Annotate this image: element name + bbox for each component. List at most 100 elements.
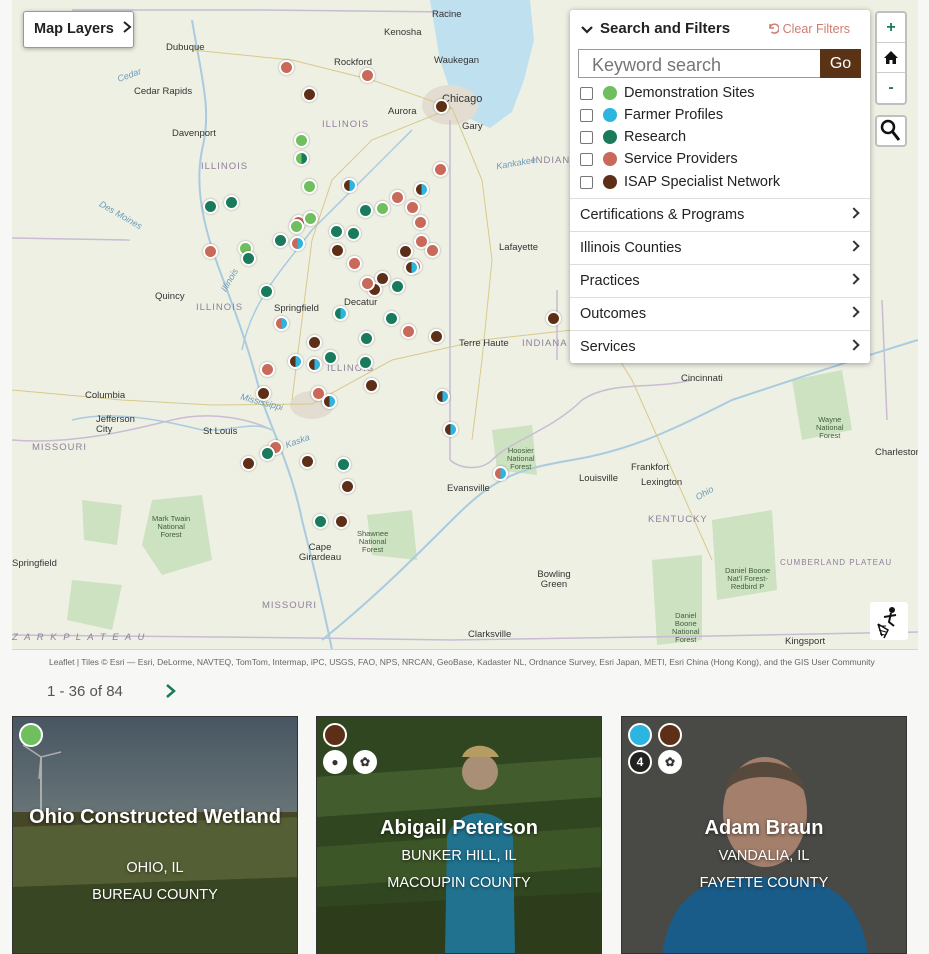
state-label: ILLINOIS bbox=[196, 302, 244, 313]
forest-label: Shawnee National Forest bbox=[357, 529, 389, 554]
map-marker[interactable] bbox=[358, 355, 373, 370]
chevron-down-icon[interactable] bbox=[581, 25, 593, 35]
map-marker[interactable] bbox=[241, 456, 256, 471]
map-marker[interactable] bbox=[358, 203, 373, 218]
map-marker[interactable] bbox=[360, 68, 375, 83]
city-label: Lafayette bbox=[499, 242, 539, 253]
map-marker[interactable] bbox=[203, 199, 218, 214]
map-marker[interactable] bbox=[546, 311, 561, 326]
map-marker[interactable] bbox=[346, 226, 361, 241]
map-marker[interactable] bbox=[413, 215, 428, 230]
map-marker[interactable] bbox=[329, 224, 344, 239]
map-marker[interactable] bbox=[330, 243, 345, 258]
map-marker[interactable] bbox=[342, 178, 357, 193]
map-marker[interactable] bbox=[433, 162, 448, 177]
home-button[interactable] bbox=[877, 43, 905, 73]
map-marker[interactable] bbox=[443, 422, 458, 437]
zoom-in-button[interactable]: + bbox=[877, 13, 905, 43]
map-marker[interactable] bbox=[294, 151, 309, 166]
map-marker[interactable] bbox=[336, 457, 351, 472]
checkbox-farmer-profiles[interactable] bbox=[580, 109, 593, 122]
card-title: Ohio Constructed Wetland bbox=[29, 806, 281, 828]
map-marker[interactable] bbox=[302, 87, 317, 102]
map-marker[interactable] bbox=[300, 454, 315, 469]
result-card-adam-braun[interactable]: 4 ✿ Adam Braun VANDALIA, IL FAYETTE COUN… bbox=[621, 716, 907, 954]
map-marker[interactable] bbox=[294, 133, 309, 148]
map-marker[interactable] bbox=[256, 386, 271, 401]
section-services[interactable]: Services bbox=[570, 330, 870, 363]
checkbox-isap-specialist-network[interactable] bbox=[580, 176, 593, 189]
state-label: KENTUCKY bbox=[648, 514, 708, 525]
map-marker[interactable] bbox=[493, 466, 508, 481]
section-certifications-programs[interactable]: Certifications & Programs bbox=[570, 198, 870, 231]
map-marker[interactable] bbox=[414, 182, 429, 197]
state-label: INDIANA bbox=[522, 338, 568, 349]
map-marker[interactable] bbox=[241, 251, 256, 266]
section-practices[interactable]: Practices bbox=[570, 264, 870, 297]
map-marker[interactable] bbox=[313, 514, 328, 529]
state-label: MISSOURI bbox=[262, 600, 317, 611]
keyword-search-input[interactable] bbox=[578, 49, 821, 78]
map-marker[interactable] bbox=[334, 514, 349, 529]
go-button[interactable]: Go bbox=[820, 49, 861, 78]
state-label: ILLINOIS bbox=[201, 161, 249, 172]
map-marker[interactable] bbox=[322, 394, 337, 409]
city-label: Cincinnati bbox=[681, 373, 723, 384]
map[interactable]: Racine Kenosha Waukegan Dubuque Rockford… bbox=[12, 0, 918, 650]
map-search-button[interactable] bbox=[875, 115, 907, 147]
section-illinois-counties[interactable]: Illinois Counties bbox=[570, 231, 870, 264]
farmer-profiles-dot bbox=[603, 108, 617, 122]
map-marker[interactable] bbox=[360, 276, 375, 291]
map-marker[interactable] bbox=[323, 350, 338, 365]
map-marker[interactable] bbox=[259, 284, 274, 299]
map-marker[interactable] bbox=[279, 60, 294, 75]
map-marker[interactable] bbox=[384, 311, 399, 326]
map-marker[interactable] bbox=[273, 233, 288, 248]
city-label: Cape Girardeau bbox=[298, 542, 342, 563]
map-marker[interactable] bbox=[290, 236, 305, 251]
map-marker[interactable] bbox=[359, 331, 374, 346]
zoom-out-button[interactable]: - bbox=[877, 73, 905, 103]
map-marker[interactable] bbox=[405, 200, 420, 215]
map-marker[interactable] bbox=[307, 357, 322, 372]
map-marker[interactable] bbox=[404, 260, 419, 275]
map-marker[interactable] bbox=[307, 335, 322, 350]
map-marker[interactable] bbox=[303, 211, 318, 226]
map-layers-button[interactable]: Map Layers bbox=[23, 11, 134, 48]
section-outcomes[interactable]: Outcomes bbox=[570, 297, 870, 330]
result-card-ohio-constructed-wetland[interactable]: Ohio Constructed Wetland OHIO, IL BUREAU… bbox=[12, 716, 298, 954]
map-marker[interactable] bbox=[425, 243, 440, 258]
state-label: Z A R K P L A T E A U bbox=[12, 632, 147, 643]
map-marker[interactable] bbox=[260, 446, 275, 461]
map-marker[interactable] bbox=[434, 99, 449, 114]
map-marker[interactable] bbox=[203, 244, 218, 259]
map-marker[interactable] bbox=[224, 195, 239, 210]
map-marker[interactable] bbox=[260, 362, 275, 377]
map-marker[interactable] bbox=[435, 389, 450, 404]
checkbox-service-providers[interactable] bbox=[580, 153, 593, 166]
map-marker[interactable] bbox=[375, 201, 390, 216]
map-marker[interactable] bbox=[288, 354, 303, 369]
map-marker[interactable] bbox=[429, 329, 444, 344]
map-marker[interactable] bbox=[401, 324, 416, 339]
map-marker[interactable] bbox=[390, 190, 405, 205]
map-marker[interactable] bbox=[333, 306, 348, 321]
map-marker[interactable] bbox=[302, 179, 317, 194]
map-marker[interactable] bbox=[289, 219, 304, 234]
map-marker[interactable] bbox=[364, 378, 379, 393]
map-marker[interactable] bbox=[274, 316, 289, 331]
search-icon bbox=[880, 119, 901, 141]
map-marker[interactable] bbox=[390, 279, 405, 294]
accessibility-button[interactable] bbox=[870, 602, 908, 640]
map-marker[interactable] bbox=[347, 256, 362, 271]
city-label: Frankfort bbox=[631, 462, 670, 473]
map-marker[interactable] bbox=[398, 244, 413, 259]
next-page-icon[interactable] bbox=[165, 684, 176, 698]
checkbox-research[interactable] bbox=[580, 131, 593, 144]
result-card-abigail-peterson[interactable]: ● ✿ Abigail Peterson BUNKER HILL, IL MAC… bbox=[316, 716, 602, 954]
city-label: Dubuque bbox=[166, 42, 205, 53]
clear-filters-link[interactable]: Clear Filters bbox=[767, 22, 850, 36]
checkbox-demonstration-sites[interactable] bbox=[580, 87, 593, 100]
card-county: BUREAU COUNTY bbox=[92, 887, 218, 903]
map-marker[interactable] bbox=[340, 479, 355, 494]
